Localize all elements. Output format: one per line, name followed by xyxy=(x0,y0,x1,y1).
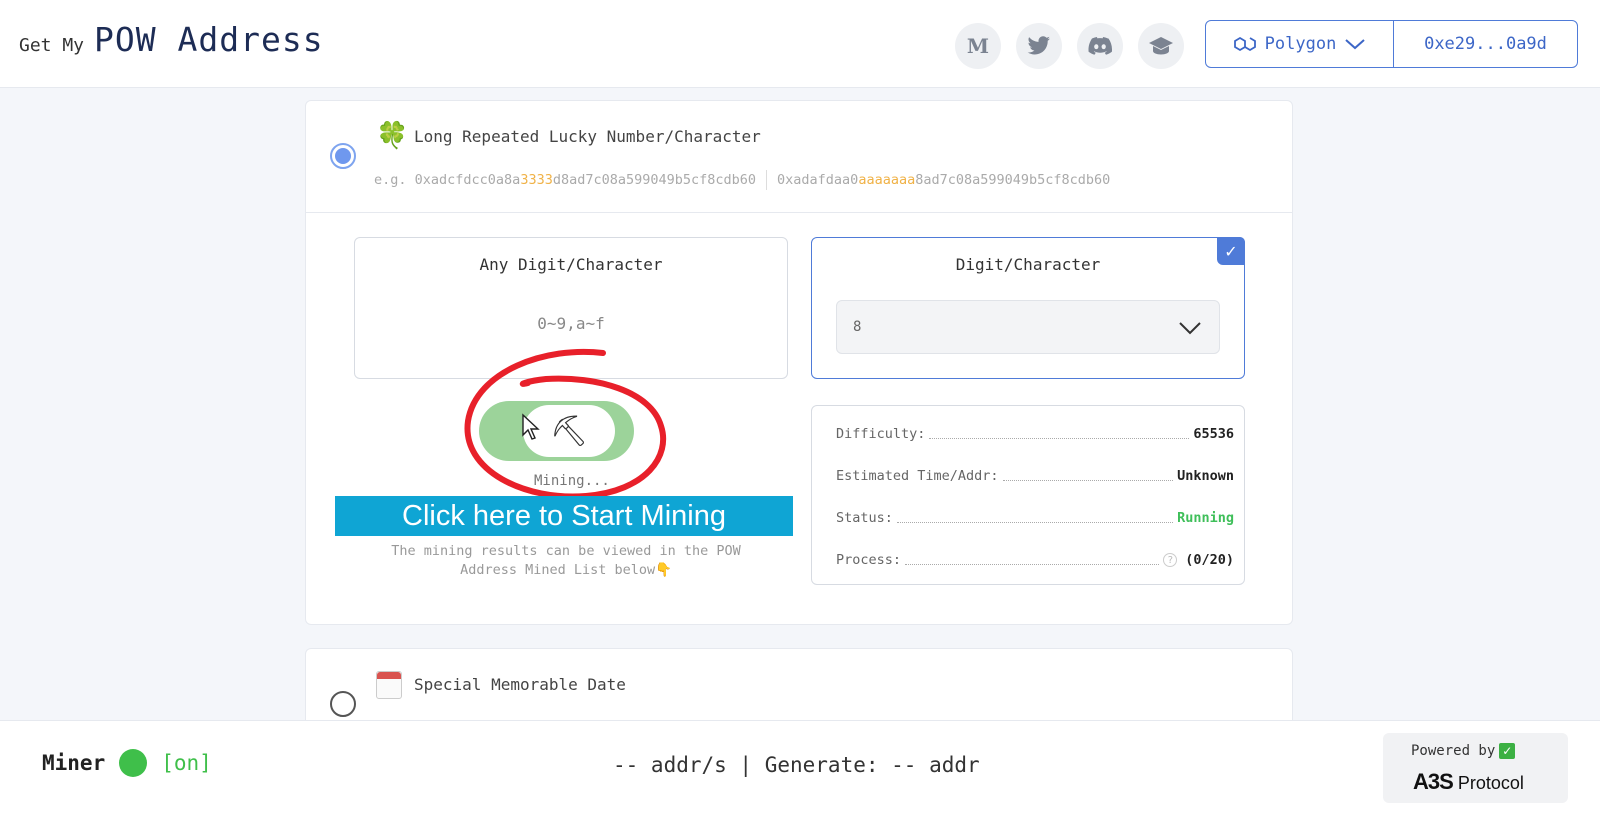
logo-text: A3S xyxy=(1413,769,1454,794)
network-name: Polygon xyxy=(1264,34,1337,54)
difficulty-label: Difficulty: xyxy=(836,426,926,442)
example2-suffix: 8ad7c08a599049b5cf8cdb60 xyxy=(915,172,1111,188)
app-header: Get My POW Address M Polygon 0xe29...0a9… xyxy=(0,0,1600,88)
mining-status-text: Mining... xyxy=(534,473,610,489)
protocol-text: Protocol xyxy=(1457,773,1524,793)
any-digit-title: Any Digit/Character xyxy=(479,255,663,274)
miner-state: [on] xyxy=(161,751,212,775)
example1-prefix: e.g. 0xadcfdcc0a8a xyxy=(374,172,521,188)
example2-prefix: 0xadafdaa0 xyxy=(777,172,859,188)
option-radio-lucky-number[interactable] xyxy=(330,143,356,169)
wallet-address: 0xe29...0a9d xyxy=(1424,34,1547,54)
status-dot-icon xyxy=(119,749,148,777)
twitter-link-icon[interactable] xyxy=(1016,23,1062,69)
stat-difficulty: Difficulty: 65536 xyxy=(836,426,1234,442)
status-label: Status: xyxy=(836,510,893,526)
option-header[interactable]: 🍀 Long Repeated Lucky Number/Character e… xyxy=(306,101,1292,213)
divider xyxy=(766,170,768,190)
stat-process: Process:? (0/20) xyxy=(836,552,1234,568)
digit-title: Digit/Character xyxy=(955,255,1101,274)
digit-select[interactable]: 8 xyxy=(836,300,1220,354)
discord-icon xyxy=(1088,37,1112,55)
process-value: (0/20) xyxy=(1185,552,1234,568)
option-card-lucky-number: 🍀 Long Repeated Lucky Number/Character e… xyxy=(305,100,1293,625)
powered-by-text: Powered by xyxy=(1411,743,1496,759)
chevron-down-icon xyxy=(1345,39,1365,50)
dots xyxy=(896,521,1174,523)
medium-link-icon[interactable]: M xyxy=(955,23,1001,69)
calendar-icon xyxy=(376,671,402,699)
any-digit-value: 0~9,a~f xyxy=(537,314,605,333)
hash-rate: -- addr/s | Generate: -- addr xyxy=(613,753,980,777)
miner-label: Miner xyxy=(42,751,106,775)
mouse-cursor-icon xyxy=(522,413,540,440)
stat-estimated-time: Estimated Time/Addr: Unknown xyxy=(836,468,1234,484)
powered-by-line: Powered by ✓ xyxy=(1411,743,1516,759)
powered-by-badge[interactable]: Powered by ✓ A3S Protocol xyxy=(1383,733,1568,803)
specific-digit-option[interactable]: ✓ Digit/Character 8 xyxy=(811,237,1245,379)
stat-status: Status: Running xyxy=(836,510,1234,526)
network-selector[interactable]: Polygon xyxy=(1206,21,1394,67)
example-addresses: e.g. 0xadcfdcc0a8a 3333 d8ad7c08a599049b5c… xyxy=(374,170,1110,190)
start-mining-banner[interactable]: Click here to Start Mining xyxy=(335,496,793,536)
miner-status: Miner [on] xyxy=(42,749,212,777)
option-title: Long Repeated Lucky Number/Character xyxy=(414,127,761,146)
check-icon: ✓ xyxy=(1499,743,1516,759)
chevron-down-icon xyxy=(1179,322,1201,335)
process-label: Process: xyxy=(836,552,902,568)
time-value: Unknown xyxy=(1177,468,1234,484)
help-icon[interactable]: ? xyxy=(1163,553,1178,567)
digit-select-value: 8 xyxy=(853,319,862,335)
graduation-cap-icon xyxy=(1149,37,1173,55)
brand-prefix: Get My xyxy=(19,35,85,56)
option2-title: Special Memorable Date xyxy=(414,675,626,694)
example1-highlight: 3333 xyxy=(520,172,553,188)
brand-title: POW Address xyxy=(94,20,324,59)
medium-letter: M xyxy=(966,34,990,58)
option-radio-memorable-date[interactable] xyxy=(330,691,356,717)
miner-footer: Miner [on] -- addr/s | Generate: -- addr… xyxy=(0,720,1600,813)
polygon-icon xyxy=(1233,36,1256,52)
brand[interactable]: Get My POW Address xyxy=(19,20,324,59)
example1-suffix: d8ad7c08a599049b5cf8cdb60 xyxy=(552,172,757,188)
mining-stats: Difficulty: 65536 Estimated Time/Addr: Unk… xyxy=(811,405,1245,585)
a3s-logo: A3S Protocol xyxy=(1413,769,1524,795)
dots xyxy=(929,437,1190,439)
wallet-address-button[interactable]: 0xe29...0a9d xyxy=(1394,21,1577,67)
time-label: Estimated Time/Addr: xyxy=(836,468,999,484)
dots xyxy=(1002,479,1174,481)
example2-highlight: aaaaaaa xyxy=(858,172,916,188)
mining-hint: The mining results can be viewed in the … xyxy=(391,543,741,578)
clover-icon: 🍀 xyxy=(376,121,409,151)
twitter-icon xyxy=(1027,36,1050,55)
status-value: Running xyxy=(1177,510,1234,526)
network-wallet-box: Polygon 0xe29...0a9d xyxy=(1205,20,1578,68)
dots xyxy=(905,563,1160,565)
difficulty-value: 65536 xyxy=(1193,426,1234,442)
docs-link-icon[interactable] xyxy=(1138,23,1184,69)
discord-link-icon[interactable] xyxy=(1077,23,1123,69)
